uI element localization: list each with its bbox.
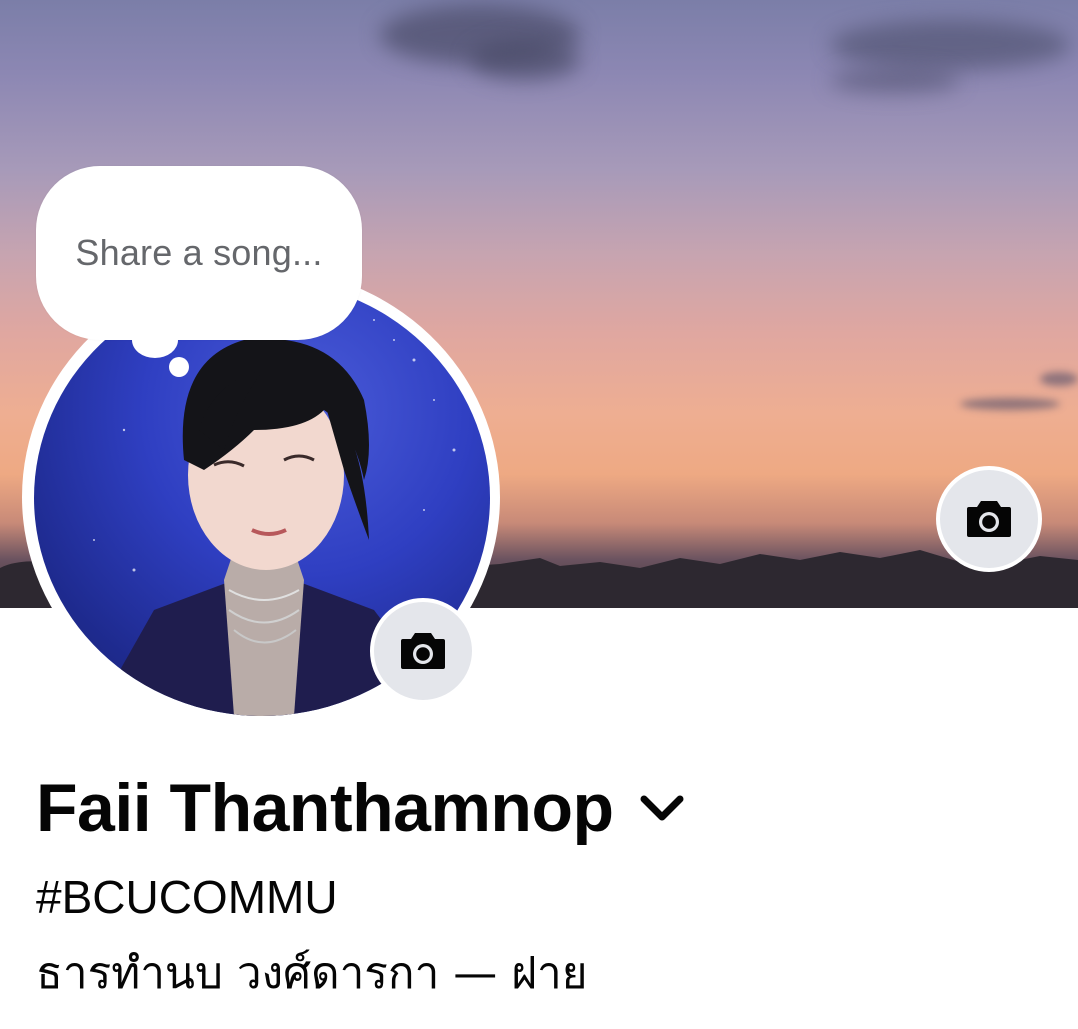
camera-icon [401,633,445,669]
cover-cloud [1040,372,1078,386]
share-song-placeholder: Share a song... [75,232,323,273]
profile-name-dropdown[interactable]: Faii Thanthamnop [36,766,686,850]
cover-cloud [830,20,1070,70]
bubble-tail-small [169,357,189,377]
cover-cloud [830,68,960,93]
bio-thai-name: ธารทำนบ วงศ์ดารกา — ฝาย [36,948,588,999]
cover-cloud [470,40,580,80]
cover-cloud [960,398,1060,410]
share-song-bubble[interactable]: Share a song... [36,166,362,340]
profile-camera-button[interactable] [370,598,476,704]
camera-icon [967,501,1011,537]
cover-camera-button[interactable] [936,466,1042,572]
bubble-tail-large [132,322,178,358]
chevron-down-icon [638,793,686,823]
profile-name: Faii Thanthamnop [36,770,614,846]
bio-hashtag: #BCUCOMMU [36,871,338,923]
